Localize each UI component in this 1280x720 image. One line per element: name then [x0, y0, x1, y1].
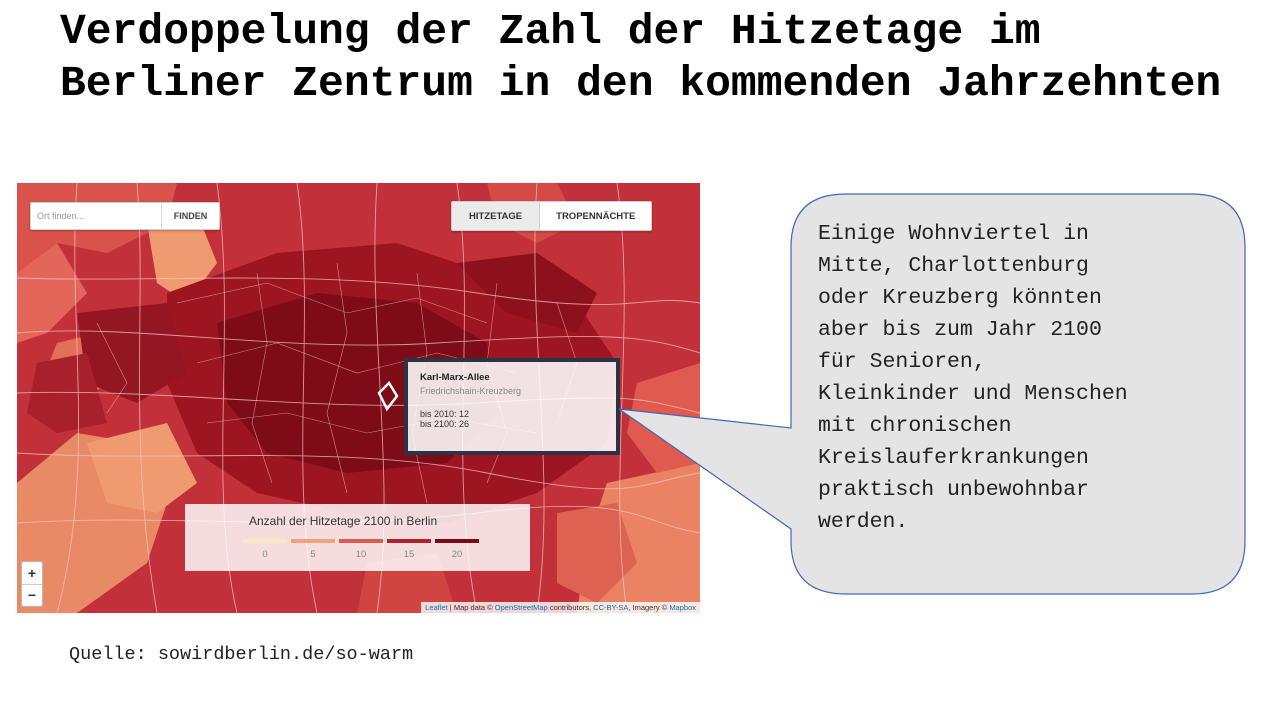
callout-text: Einige Wohnviertel in Mitte, Charlottenb… [818, 222, 1128, 534]
source-note: Quelle: sowirdberlin.de/so-warm [69, 644, 414, 665]
